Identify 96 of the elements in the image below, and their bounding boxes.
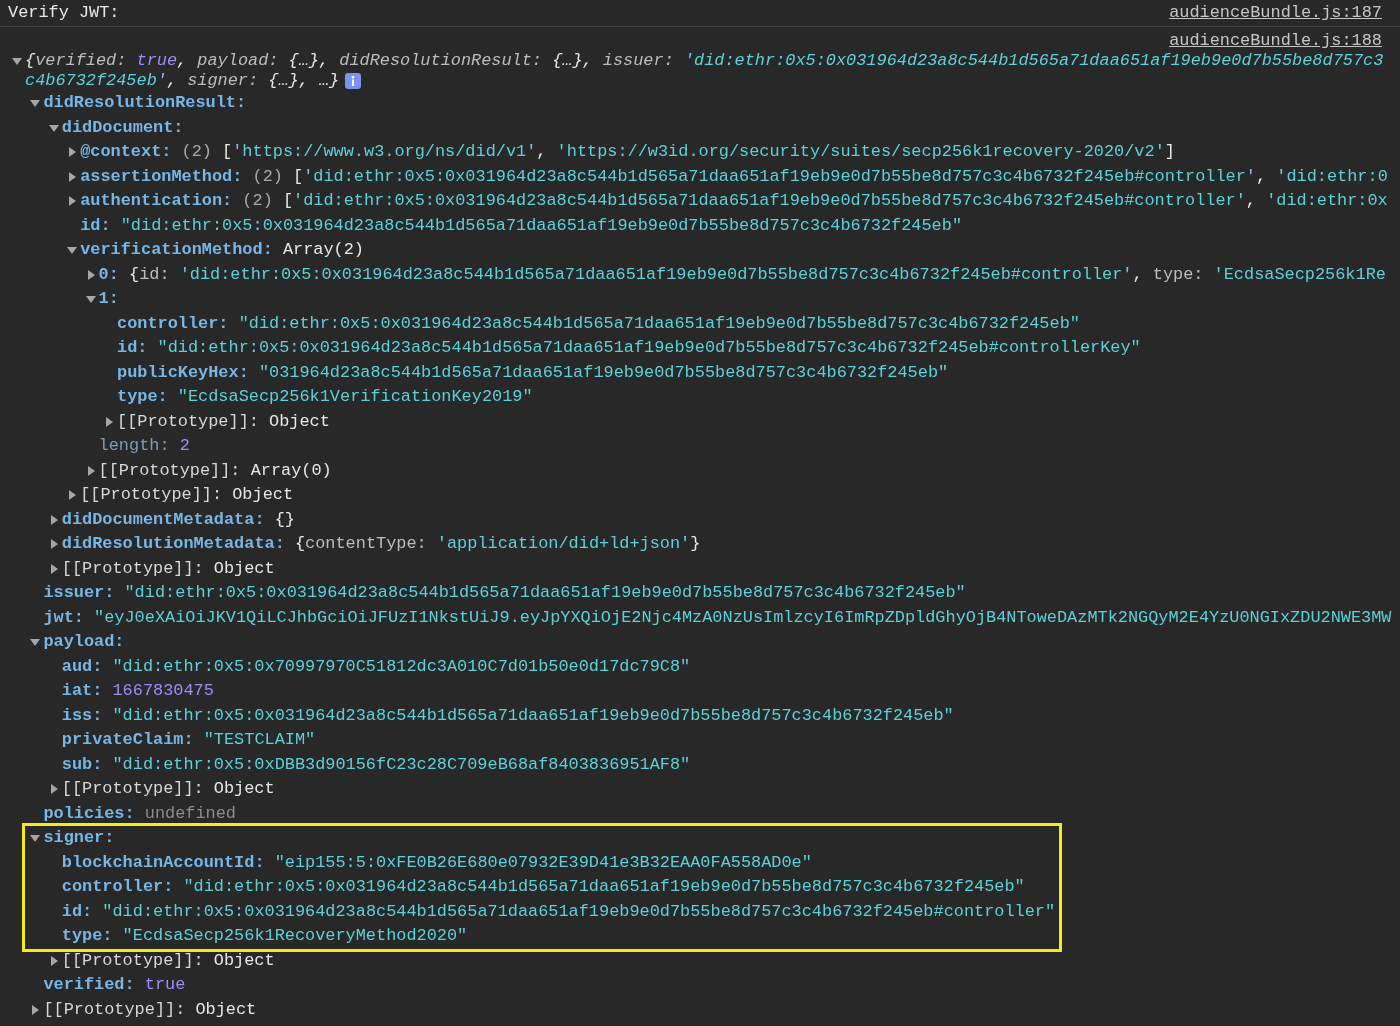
property-value: (2) ['https://www.w3.org/ns/did/v1', 'https://w3id.org/security/suites/secp256k1recovery-2020/v2'] [181, 141, 1175, 163]
property-key: iat: [61, 679, 103, 704]
property-value: Object [213, 557, 275, 580]
property-value: "EcdsaSecp256k1VerificationKey2019" [177, 386, 533, 408]
property-key: publicKeyHex: [117, 360, 249, 385]
property-key: policies: [43, 801, 135, 826]
expand-triangle-icon[interactable] [48, 514, 59, 525]
property-key: controller: [117, 311, 229, 336]
expand-triangle-icon[interactable] [48, 122, 59, 133]
property-value: "did:ethr:0x5:0x031964d23a8c544b1d565a71daa651af19eb9e0d7b55be8d757c3c4b6732f245eb#controllerKey" [157, 337, 1141, 359]
property-key: didResolutionResult: [43, 91, 247, 116]
property-key: [[Prototype]]: [61, 948, 204, 973]
property-value: Object [269, 410, 330, 433]
property-key: controller: [61, 875, 174, 900]
property-key: [[Prototype]]: [117, 409, 259, 434]
property-key: id: [61, 899, 93, 924]
property-key: [[Prototype]]: [80, 483, 223, 508]
property-key: id: [117, 336, 148, 361]
property-key: issuer: [43, 581, 115, 606]
property-key: length: [98, 434, 170, 459]
property-value: Object [213, 778, 275, 800]
expand-triangle-icon[interactable] [85, 294, 96, 305]
property-key: payload: [43, 630, 125, 655]
property-key: 0: [98, 262, 119, 287]
property-key: assertionMethod: [80, 164, 243, 189]
expand-triangle-icon[interactable] [67, 245, 78, 256]
property-value: (2) ['did:ethr:0x5:0x031964d23a8c544b1d565a71daa651af19eb9e0d7b55be8d757c3c4b6732f245eb#controller', 'did:ethr:0 [252, 165, 1388, 188]
property-key: jwt: [43, 605, 84, 630]
expand-triangle-icon[interactable] [12, 56, 22, 66]
info-icon[interactable] [345, 73, 362, 89]
property-value: "did:ethr:0x5:0x031964d23a8c544b1d565a71daa651af19eb9e0d7b55be8d757c3c4b6732f245eb#controller" [102, 900, 1056, 923]
property-key: signer: [43, 826, 115, 851]
expand-triangle-icon[interactable] [48, 955, 59, 966]
expand-triangle-icon[interactable] [48, 539, 59, 550]
property-key: @context: [80, 140, 172, 165]
property-value: "did:ethr:0x5:0x031964d23a8c544b1d565a71daa651af19eb9e0d7b55be8d757c3c4b6732f245eb" [238, 312, 1080, 335]
property-key: authentication: [80, 189, 233, 214]
property-value: "EcdsaSecp256k1RecoveryMethod2020" [122, 925, 468, 947]
property-value: "TESTCLAIM" [203, 729, 316, 751]
expand-triangle-icon[interactable] [30, 833, 41, 844]
property-value: {contentType: 'application/did+ld+json'} [294, 533, 701, 555]
expand-triangle-icon[interactable] [67, 147, 78, 158]
expand-triangle-icon[interactable] [85, 465, 96, 476]
property-value: Object [213, 949, 275, 972]
property-key: [[Prototype]]: [43, 997, 186, 1022]
property-value: undefined [144, 802, 236, 825]
property-key: iss: [61, 703, 103, 728]
expand-triangle-icon[interactable] [48, 784, 59, 795]
source-link[interactable]: audienceBundle.js:187 [1169, 1, 1382, 25]
property-key: sub: [61, 752, 103, 777]
property-key: verified: [43, 973, 135, 998]
property-value: Object [195, 998, 257, 1021]
expand-triangle-icon[interactable] [104, 416, 114, 427]
property-value: "did:ethr:0x5:0xDBB3d90156fC23c28C709eB68af8403836951AF8" [112, 753, 691, 776]
property-value: {id: 'did:ethr:0x5:0x031964d23a8c544b1d565a71daa651af19eb9e0d7b55be8d757c3c4b6732f245eb#controller', type: 'EcdsaSecp256k1Re [129, 263, 1386, 286]
property-value: (2) ['did:ethr:0x5:0x031964d23a8c544b1d565a71daa651af19eb9e0d7b55be8d757c3c4b6732f245eb#controller', 'did:ethr:0x [242, 190, 1388, 212]
property-value: "031964d23a8c544b1d565a71daa651af19eb9e0d7b55be8d757c3c4b6732f245eb" [258, 361, 949, 384]
property-key: type: [61, 924, 113, 949]
property-key: type: [117, 385, 168, 410]
property-key: [[Prototype]]: [61, 556, 204, 581]
property-value: "did:ethr:0x5:0x031964d23a8c544b1d565a71daa651af19eb9e0d7b55be8d757c3c4b6732f245eb" [183, 876, 1025, 898]
property-value: Array(0) [250, 459, 332, 482]
property-key: didDocumentMetadata: [61, 507, 265, 532]
property-value: "did:ethr:0x5:0x70997970C51812dc3A010C7d01b50e0d17dc79C8" [112, 655, 691, 678]
expand-triangle-icon[interactable] [30, 1004, 41, 1015]
property-value: "did:ethr:0x5:0x031964d23a8c544b1d565a71daa651af19eb9e0d7b55be8d757c3c4b6732f245eb" [120, 214, 963, 237]
property-value: "eip155:5:0xFE0B26E680e07932E39D41e3B32EAA0FA558AD0e" [274, 851, 812, 874]
property-value: {} [274, 508, 295, 531]
property-value: 1667830475 [112, 680, 214, 702]
source-link[interactable]: audienceBundle.js:188 [1169, 31, 1382, 51]
property-key: [[Prototype]]: [98, 458, 241, 483]
expand-triangle-icon[interactable] [30, 637, 41, 648]
property-value: "did:ethr:0x5:0x031964d23a8c544b1d565a71daa651af19eb9e0d7b55be8d757c3c4b6732f245eb" [112, 704, 954, 727]
property-key: 1: [98, 287, 119, 312]
object-preview[interactable]: {verified: true, payload: {…}, didResolutionResult: {…}, issuer: 'did:ethr:0x5:0x031964d23a8c544b1d565a71daa651af19eb9e0d7b55be8d757c3c4b6732f245eb', signer: {…}, …} [25, 51, 1390, 91]
property-key: privateClaim: [61, 728, 194, 753]
property-value: "eyJ0eXAiOiJKV1QiLCJhbGciOiJFUzI1NkstUiJ9.eyJpYXQiOjE2Njc4MzA0NzUsImlzcyI6ImRpZDpldGhyOjB4NToweDAzMTk2NGQyM2E4YzU0NGIxZDU2NWE3MW [94, 606, 1392, 629]
expand-triangle-icon[interactable] [67, 171, 78, 182]
property-key: [[Prototype]]: [61, 777, 204, 802]
property-key: didDocument: [61, 115, 184, 140]
property-key: didResolutionMetadata: [61, 532, 285, 557]
expand-triangle-icon[interactable] [30, 98, 41, 109]
property-value: "did:ethr:0x5:0x031964d23a8c544b1d565a71daa651af19eb9e0d7b55be8d757c3c4b6732f245eb" [124, 582, 966, 604]
expand-triangle-icon[interactable] [48, 563, 59, 574]
property-value: true [144, 974, 186, 996]
log-message: Verify JWT: [8, 2, 120, 24]
property-key: verificationMethod: [80, 238, 273, 263]
expand-triangle-icon[interactable] [67, 490, 78, 501]
property-key: blockchainAccountId: [61, 850, 265, 875]
expand-triangle-icon[interactable] [85, 269, 96, 280]
expand-triangle-icon[interactable] [67, 196, 78, 207]
property-value: Object [232, 484, 294, 506]
property-value: Array(2) [282, 239, 364, 261]
property-key: aud: [61, 654, 103, 679]
property-value: 2 [179, 435, 190, 457]
property-key: id: [80, 213, 111, 238]
